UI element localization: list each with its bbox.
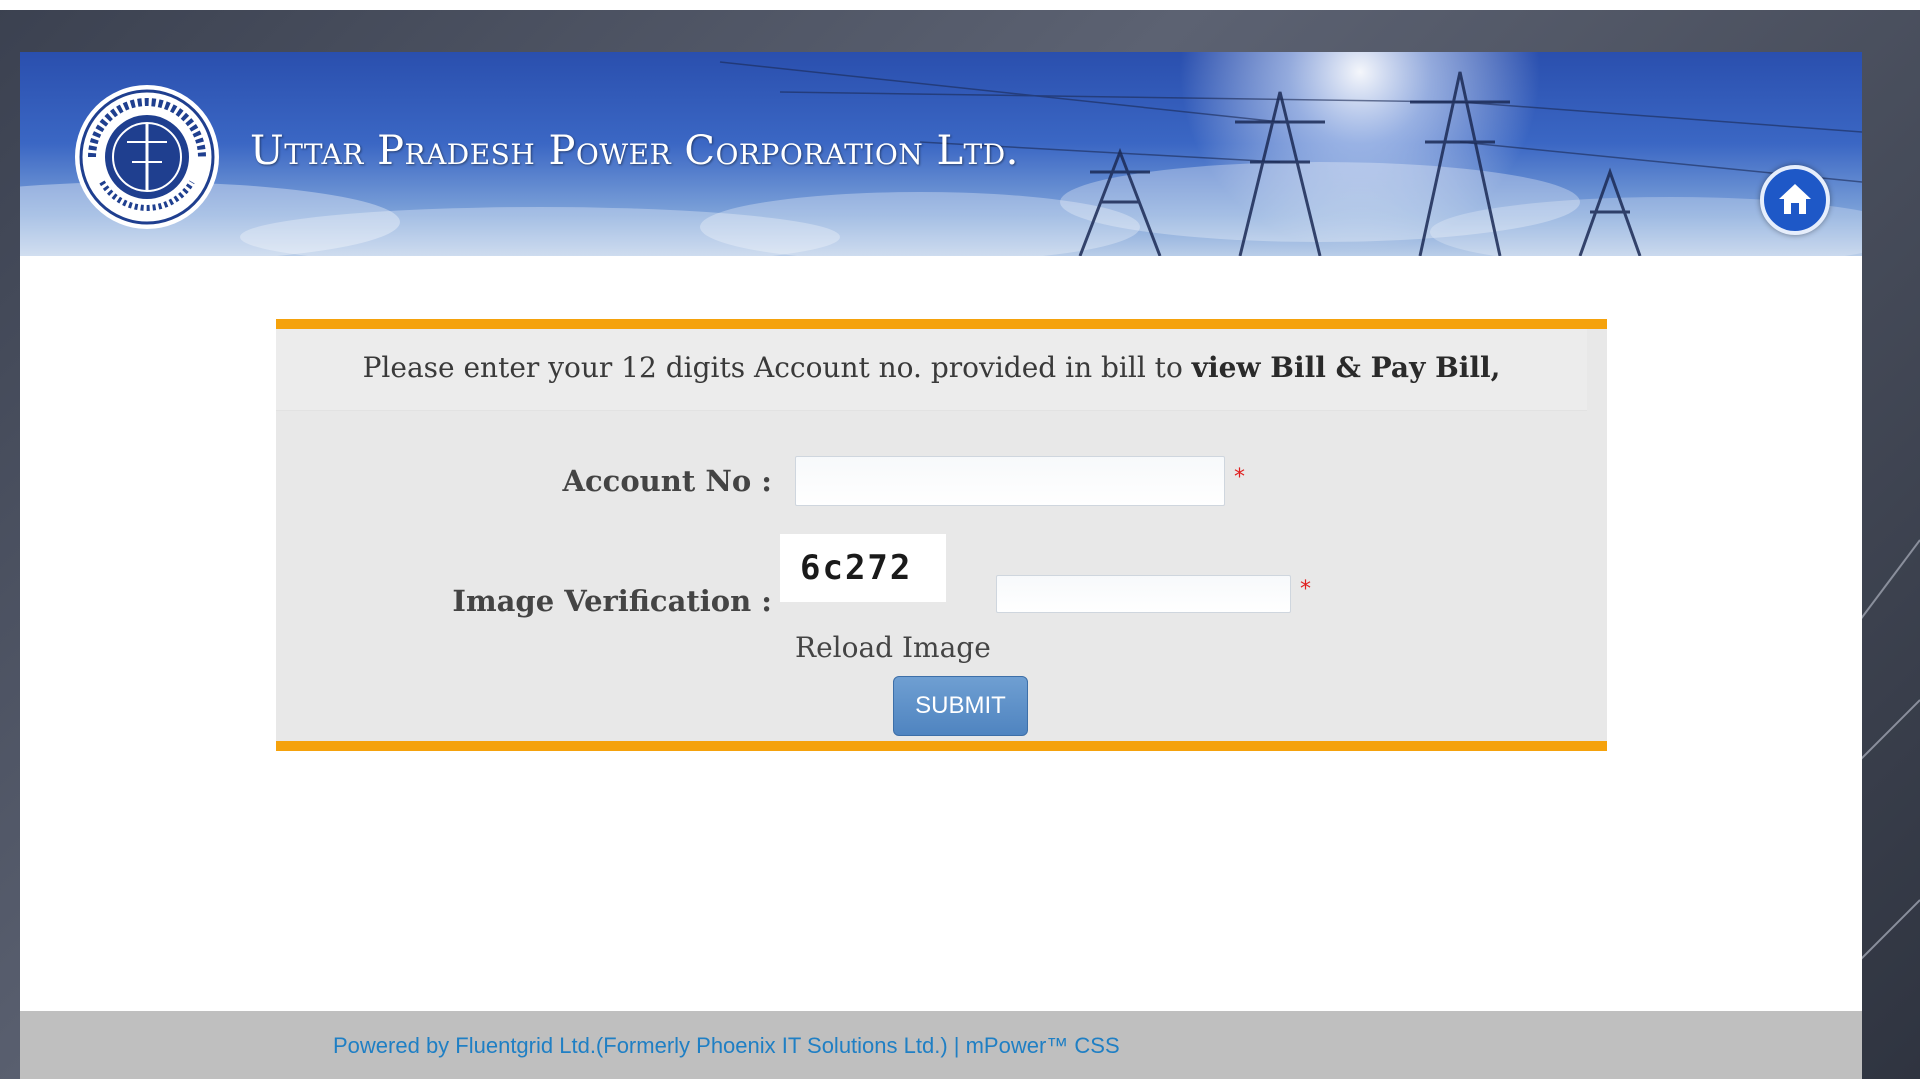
uppcl-seal-logo-icon xyxy=(75,85,219,229)
footer: Powered by Fluentgrid Ltd.(Formerly Phoe… xyxy=(20,1011,1862,1079)
required-mark: * xyxy=(1300,577,1311,602)
intro-text: Please enter your 12 digits Account no. … xyxy=(276,329,1587,411)
captcha-input[interactable] xyxy=(996,575,1291,613)
captcha-text: 6c272 xyxy=(800,548,913,588)
required-mark: * xyxy=(1234,465,1245,490)
intro-text-bold: view Bill & Pay Bill, xyxy=(1191,351,1501,384)
page-container: Uttar Pradesh Power Corporation Ltd. Ple… xyxy=(20,52,1862,1079)
reload-image-link[interactable]: Reload Image xyxy=(795,631,991,664)
header-banner: Uttar Pradesh Power Corporation Ltd. xyxy=(20,52,1862,256)
top-strip xyxy=(0,0,1920,10)
home-button[interactable] xyxy=(1760,165,1830,235)
submit-button[interactable]: SUBMIT xyxy=(893,676,1028,736)
home-icon xyxy=(1779,184,1811,214)
background-decoration xyxy=(1860,539,1920,961)
intro-text-plain: Please enter your 12 digits Account no. … xyxy=(362,351,1192,384)
powered-by-link[interactable]: Powered by Fluentgrid Ltd.(Formerly Phoe… xyxy=(333,1033,1120,1059)
uppcl-logo xyxy=(72,82,222,232)
account-no-input[interactable] xyxy=(795,456,1225,506)
account-no-label: Account No : xyxy=(562,464,772,498)
image-verification-label: Image Verification : xyxy=(452,584,772,618)
bill-login-form: Please enter your 12 digits Account no. … xyxy=(276,319,1607,751)
captcha-image: 6c272 xyxy=(780,534,946,602)
org-title: Uttar Pradesh Power Corporation Ltd. xyxy=(250,128,1019,174)
